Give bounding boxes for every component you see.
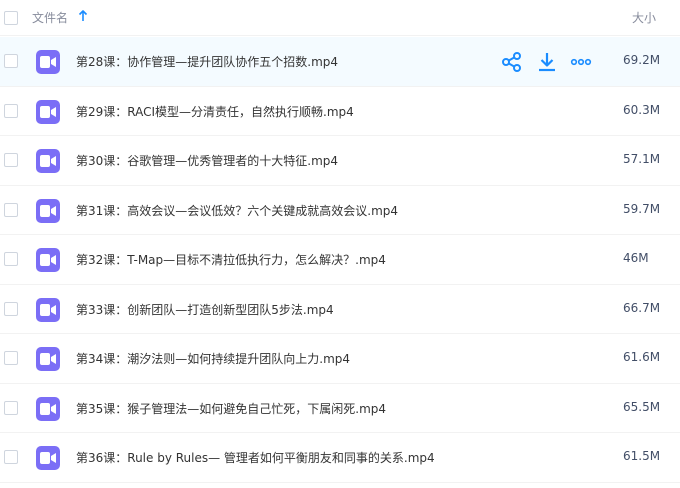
file-size: 65.5M [623,399,661,414]
file-row[interactable]: 第32课：T-Map—目标不清拉低执行力，怎么解决？.mp4 46M [0,235,680,285]
row-checkbox[interactable] [4,202,18,217]
column-header-size[interactable]: 大小 [632,9,656,26]
row-checkbox[interactable] [4,54,18,68]
file-row[interactable]: 第36课：Rule by Rules— 管理者如何平衡朋友和同事的关系.mp4 … [0,433,680,483]
file-row[interactable]: 第34课：潮汐法则—如何持续提升团队向上力.mp4 61.6M [0,334,680,384]
file-size: 66.7M [623,300,661,315]
download-icon[interactable] [536,51,558,73]
file-size: 46M [623,251,649,265]
file-name[interactable]: 第28课：协作管理—提升团队协作五个招数.mp4 [76,53,338,70]
row-checkbox[interactable] [4,103,18,118]
share-icon[interactable] [501,51,523,73]
row-checkbox[interactable] [4,351,18,365]
file-row[interactable]: 第31课：高效会议—会议低效？六个关键成就高效会议.mp4 59.7M [0,186,680,235]
file-name[interactable]: 第34课：潮汐法则—如何持续提升团队向上力.mp4 [76,350,350,367]
file-name[interactable]: 第31课：高效会议—会议低效？六个关键成就高效会议.mp4 [76,202,398,219]
file-row[interactable]: 第33课：创新团队—打造创新型团队5步法.mp4 66.7M [0,285,680,334]
list-header: 文件名 大小 [0,0,680,36]
file-size: 59.7M [623,201,661,216]
file-size: 61.6M [623,350,661,364]
file-rows: 第28课：协作管理—提升团队协作五个招数.mp4 69.2M 第29课：RACI… [0,37,680,483]
file-name[interactable]: 第33课：创新团队—打造创新型团队5步法.mp4 [76,301,334,318]
file-list: 文件名 大小 第28课：协作管理—提升团队协作五个招数.mp4 69.2M 第2… [0,0,680,488]
file-row[interactable]: 第30课：谷歌管理—优秀管理者的十大特征.mp4 57.1M [0,136,680,186]
file-size: 61.5M [623,449,661,463]
video-file-icon [36,248,60,272]
video-file-icon [36,99,60,124]
file-row[interactable]: 第29课：RACI模型—分清责任，自然执行顺畅.mp4 60.3M [0,87,680,136]
column-header-name[interactable]: 文件名 [32,9,68,26]
video-file-icon [36,297,60,322]
more-icon[interactable] [570,51,592,73]
file-name[interactable]: 第32课：T-Map—目标不清拉低执行力，怎么解决？.mp4 [76,251,386,268]
video-file-icon [36,446,60,470]
select-all-checkbox[interactable] [4,11,18,25]
file-size: 57.1M [623,152,661,166]
video-file-icon [36,347,60,371]
file-name[interactable]: 第36课：Rule by Rules— 管理者如何平衡朋友和同事的关系.mp4 [76,449,435,466]
video-file-icon [36,396,60,421]
video-file-icon [36,198,60,223]
row-checkbox[interactable] [4,153,18,167]
file-name[interactable]: 第35课：猴子管理法—如何避免自己忙死，下属闲死.mp4 [76,400,386,417]
row-checkbox[interactable] [4,252,18,266]
file-name[interactable]: 第29课：RACI模型—分清责任，自然执行顺畅.mp4 [76,103,354,120]
file-row[interactable]: 第35课：猴子管理法—如何避免自己忙死，下属闲死.mp4 65.5M [0,384,680,433]
file-size: 60.3M [623,102,661,117]
row-checkbox[interactable] [4,400,18,415]
row-checkbox[interactable] [4,450,18,464]
video-file-icon [36,50,60,74]
file-row[interactable]: 第28课：协作管理—提升团队协作五个招数.mp4 69.2M [0,37,680,87]
file-size: 69.2M [623,53,661,67]
arrow-up-icon[interactable] [77,9,89,23]
file-name[interactable]: 第30课：谷歌管理—优秀管理者的十大特征.mp4 [76,152,338,169]
row-checkbox[interactable] [4,301,18,316]
video-file-icon [36,149,60,173]
